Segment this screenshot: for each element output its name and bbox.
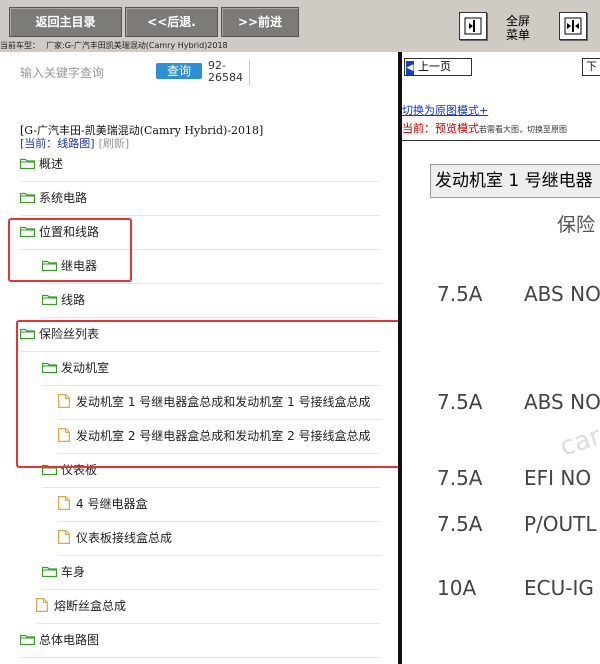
watermark: car bbox=[556, 421, 600, 463]
fuse-amperage: 7.5A bbox=[437, 390, 483, 414]
fullscreen-menu-label[interactable]: 全屏 菜单 bbox=[501, 14, 535, 42]
tree-item-label: 仪表板接线盒总成 bbox=[76, 531, 173, 545]
tree-item-label: 线路 bbox=[61, 293, 86, 307]
fuse-amperage: 7.5A bbox=[437, 282, 483, 306]
prev-page-button[interactable]: ◀ 上一页 bbox=[404, 58, 472, 76]
current-vehicle-label: 当前车型： bbox=[0, 41, 40, 50]
vehicle-info-line: 当前车型： 厂家:G-广汽丰田凯美瑞混动(Camry Hybrid)2018 bbox=[0, 40, 228, 51]
mode-status: 当前：预览模式若需看大图，切换至原图 bbox=[402, 120, 567, 136]
document-icon bbox=[58, 530, 76, 545]
switch-mode-link[interactable]: 切换为原图模式+ bbox=[402, 102, 488, 118]
folder-icon bbox=[20, 633, 39, 647]
fullscreen-button[interactable] bbox=[459, 12, 487, 40]
refresh-link[interactable]: [刷新] bbox=[99, 137, 130, 150]
fuse-amperage: 7.5A bbox=[437, 466, 483, 490]
tree-row-divider bbox=[42, 487, 380, 488]
tree-item[interactable]: 熔断丝盒总成 bbox=[36, 593, 126, 619]
current-location: [当前：线路图] [刷新] bbox=[20, 135, 129, 151]
prev-page-label: 上一页 bbox=[418, 60, 451, 73]
mode-label: 当前： bbox=[402, 122, 435, 135]
search-input[interactable]: 输入关键字查询 bbox=[20, 64, 104, 81]
home-button[interactable]: 返回主目录 bbox=[9, 7, 122, 37]
split-view-button[interactable] bbox=[559, 12, 587, 40]
fuse-name: ECU-IG bbox=[524, 576, 594, 600]
tree-item-label: 4 号继电器盒 bbox=[76, 497, 148, 511]
mode-tip: 若需看大图，切换至原图 bbox=[479, 125, 567, 134]
catalog-panel: 输入关键字查询 查询 92- 26584 [G-广汽丰田-凯美瑞混动(Camry… bbox=[0, 52, 398, 664]
fullscreen-icon bbox=[464, 17, 482, 35]
tree-item[interactable]: 4 号继电器盒 bbox=[58, 491, 147, 517]
tree-item[interactable]: 线路 bbox=[42, 287, 85, 313]
highlight-box-fuse-list bbox=[16, 320, 398, 468]
document-icon bbox=[58, 496, 76, 511]
search-divider bbox=[249, 60, 250, 86]
tree-row-divider bbox=[20, 215, 380, 216]
next-page-button[interactable]: 下 bbox=[582, 58, 600, 76]
split-view-icon bbox=[564, 17, 582, 35]
arrow-left-icon: ◀ bbox=[406, 61, 414, 75]
back-button[interactable]: <<后退. bbox=[125, 7, 218, 37]
tree-row-divider bbox=[42, 317, 380, 318]
tree-item-label: 车身 bbox=[61, 565, 86, 579]
fuse-name: ABS NO bbox=[524, 282, 600, 306]
highlight-box-location bbox=[8, 218, 132, 282]
folder-icon bbox=[42, 293, 61, 307]
folder-icon bbox=[42, 565, 61, 579]
vendor-label: 厂家:G-广汽丰田凯美瑞混动(Camry Hybrid)2018 bbox=[46, 41, 228, 50]
fuse-name: ABS NO bbox=[524, 390, 600, 414]
doc-code: 92- 26584 bbox=[208, 59, 243, 84]
tree-item[interactable]: 车身 bbox=[42, 559, 85, 585]
folder-icon bbox=[20, 157, 39, 171]
viewer-divider bbox=[402, 140, 600, 141]
fuse-amperage: 10A bbox=[437, 576, 477, 600]
tree-row-divider bbox=[42, 589, 380, 590]
mode-value: 预览模式 bbox=[435, 122, 479, 135]
search-button[interactable]: 查询 bbox=[156, 63, 202, 79]
tree-row-divider bbox=[36, 623, 380, 624]
tree-item-label: 概述 bbox=[39, 157, 64, 171]
tree-row-divider bbox=[20, 657, 380, 658]
folder-icon bbox=[20, 191, 39, 205]
diagram-title: 发动机室 1 号继电器 bbox=[430, 164, 600, 198]
document-icon bbox=[36, 598, 54, 613]
tree-item-label: 系统电路 bbox=[39, 191, 88, 205]
fuse-name: P/OUTL bbox=[524, 512, 597, 536]
tree-row-divider bbox=[20, 181, 380, 182]
tree-item[interactable]: 总体电路图 bbox=[20, 627, 99, 653]
fuse-name: EFI NO bbox=[524, 466, 592, 490]
current-label: [当前：线路图] bbox=[20, 137, 95, 150]
tree-row-divider bbox=[58, 521, 380, 522]
tree-item-label: 熔断丝盒总成 bbox=[54, 599, 127, 613]
fuse-amperage: 7.5A bbox=[437, 512, 483, 536]
viewer-panel: ◀ 上一页 下 切换为原图模式+ 当前：预览模式若需看大图，切换至原图 发动机室 … bbox=[402, 52, 600, 664]
tree-item-label: 总体电路图 bbox=[39, 633, 100, 647]
tree-item[interactable]: 系统电路 bbox=[20, 185, 87, 211]
tree-row-divider bbox=[58, 555, 380, 556]
tree-item[interactable]: 概述 bbox=[20, 151, 63, 177]
tree-item[interactable]: 仪表板接线盒总成 bbox=[58, 525, 172, 551]
toolbar: 返回主目录 <<后退. >>前进 全屏 菜单 当前车型： 厂家:G-广汽丰田凯美瑞… bbox=[0, 0, 600, 52]
diagram-subtitle: 保险 bbox=[557, 214, 596, 236]
tree-row-divider bbox=[42, 283, 380, 284]
forward-button[interactable]: >>前进 bbox=[221, 7, 299, 37]
